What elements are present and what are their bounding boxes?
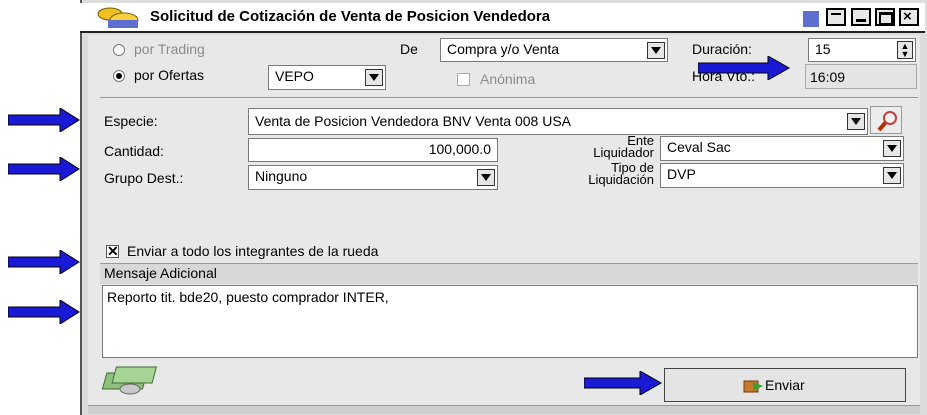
chevron-down-icon[interactable] (883, 140, 901, 157)
duracion-label: Duración: (692, 41, 752, 57)
hora-vto-value: 16:09 (805, 64, 917, 89)
annotation-arrow (697, 55, 791, 83)
de-label: De (400, 41, 418, 57)
chevron-down-icon[interactable] (477, 169, 495, 186)
tipo-oferta-select[interactable]: VEPO (268, 65, 386, 90)
anonima-checkbox[interactable] (457, 73, 470, 86)
especie-label-text: Especie: (104, 113, 158, 129)
grupo-dest-label: Grupo Dest.: (104, 170, 184, 186)
annotation-arrow (583, 370, 663, 398)
annotation-arrow (8, 300, 80, 324)
anonima-label: Anónima (480, 71, 536, 87)
tipo-liquidacion-select[interactable]: DVP (660, 163, 904, 188)
por-trading-radio[interactable] (113, 44, 125, 56)
app-logo-icon (94, 6, 144, 30)
por-trading-label: por Trading (134, 41, 205, 57)
por-ofertas-label: por Ofertas (134, 67, 205, 83)
grupo-dest-value: Ninguno (255, 168, 308, 184)
duracion-value: 15 (815, 41, 831, 57)
mensaje-header (100, 263, 918, 284)
minimize-icon[interactable] (826, 8, 846, 26)
ente-label-line2: Liquidador (593, 145, 654, 160)
especie-value: Venta de Posicion Vendedora BNV Venta 00… (255, 113, 572, 129)
por-ofertas-radio[interactable] (113, 70, 125, 82)
grupo-dest-select[interactable]: Ninguno (248, 165, 498, 190)
ente-liquidador-value: Ceval Sac (667, 139, 731, 155)
tipo-liquidacion-label: Tipo de Liquidación (530, 161, 654, 187)
separator (100, 97, 918, 98)
tipo-oferta-value: VEPO (275, 68, 314, 84)
annotation-arrow (8, 250, 80, 274)
duracion-spinner[interactable]: 15 ▲ ▼ (808, 38, 916, 62)
ente-liquidador-label: Ente Liquidador (556, 134, 654, 160)
maximize-button[interactable] (875, 8, 895, 26)
tipo-liquidacion-value: DVP (667, 166, 696, 182)
chevron-down-icon[interactable] (647, 42, 665, 59)
minimize-button[interactable] (851, 8, 871, 26)
chevron-down-icon[interactable] (883, 167, 901, 184)
annotation-arrow (8, 157, 80, 181)
de-select[interactable]: Compra y/o Venta (440, 38, 668, 62)
window-title: Solicitud de Cotización de Venta de Posi… (150, 8, 551, 25)
cantidad-label: Cantidad: (104, 143, 164, 159)
status-strip (88, 405, 920, 414)
annotation-arrow (8, 108, 80, 132)
money-icon (100, 361, 180, 397)
de-select-value: Compra y/o Venta (447, 41, 560, 57)
check-icon: ✕ (107, 243, 119, 259)
search-icon (877, 111, 897, 132)
ente-liquidador-select[interactable]: Ceval Sac (660, 136, 904, 161)
tipo-liq-label-line2: Liquidación (588, 172, 654, 187)
close-button[interactable]: × (899, 8, 919, 26)
send-icon (743, 380, 763, 393)
enviar-button-label: Enviar (765, 377, 805, 393)
enviar-todos-checkbox[interactable]: ✕ (106, 243, 119, 259)
chevron-down-icon[interactable] (365, 69, 383, 86)
chevron-down-icon[interactable] (847, 113, 865, 130)
cantidad-input[interactable]: 100,000.0 (248, 138, 498, 162)
title-accent (803, 11, 819, 27)
search-button[interactable] (870, 106, 902, 134)
mensaje-textarea[interactable]: Reporto tit. bde20, puesto comprador INT… (102, 285, 918, 358)
enviar-todos-label: Enviar a todo los integrantes de la rued… (127, 243, 379, 259)
spinner-arrows-icon[interactable]: ▲ ▼ (897, 41, 913, 59)
mensaje-label: Mensaje Adicional (104, 265, 217, 281)
enviar-button[interactable]: Enviar (664, 368, 906, 402)
especie-select[interactable]: Venta de Posicion Vendedora BNV Venta 00… (248, 108, 868, 135)
especie-label: Especie: (104, 113, 158, 129)
